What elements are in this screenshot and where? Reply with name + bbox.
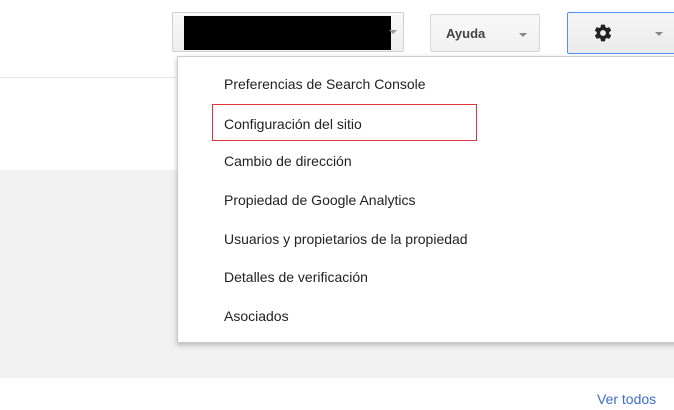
chevron-down-icon (519, 33, 527, 37)
settings-dropdown-menu: Preferencias de Search Console Configura… (177, 56, 674, 343)
property-selector[interactable] (172, 12, 404, 52)
gear-icon (594, 24, 612, 42)
chevron-down-icon (389, 30, 397, 34)
menu-item-label: Preferencias de Search Console (224, 76, 426, 92)
menu-item-label: Cambio de dirección (224, 153, 352, 169)
menu-item-site-settings[interactable]: Configuración del sitio (178, 109, 673, 139)
menu-item-label: Propiedad de Google Analytics (224, 192, 416, 208)
help-button-label: Ayuda (446, 26, 486, 41)
menu-item-google-analytics-property[interactable]: Propiedad de Google Analytics (178, 185, 673, 215)
menu-item-label: Detalles de verificación (224, 269, 368, 285)
menu-item-change-of-address[interactable]: Cambio de dirección (178, 146, 673, 176)
help-button[interactable]: Ayuda (430, 14, 540, 52)
chevron-down-icon (655, 32, 663, 36)
redacted-property-name (184, 16, 391, 50)
menu-item-label: Asociados (224, 308, 289, 324)
menu-item-label: Configuración del sitio (224, 116, 362, 132)
menu-item-verification-details[interactable]: Detalles de verificación (178, 262, 673, 292)
settings-button[interactable] (567, 12, 674, 54)
see-all-link[interactable]: Ver todos (597, 391, 656, 407)
bottom-area (0, 378, 674, 410)
menu-item-users-and-owners[interactable]: Usuarios y propietarios de la propiedad (178, 224, 673, 254)
menu-item-search-console-preferences[interactable]: Preferencias de Search Console (178, 69, 673, 99)
menu-item-associates[interactable]: Asociados (178, 301, 673, 331)
menu-item-label: Usuarios y propietarios de la propiedad (224, 231, 468, 247)
